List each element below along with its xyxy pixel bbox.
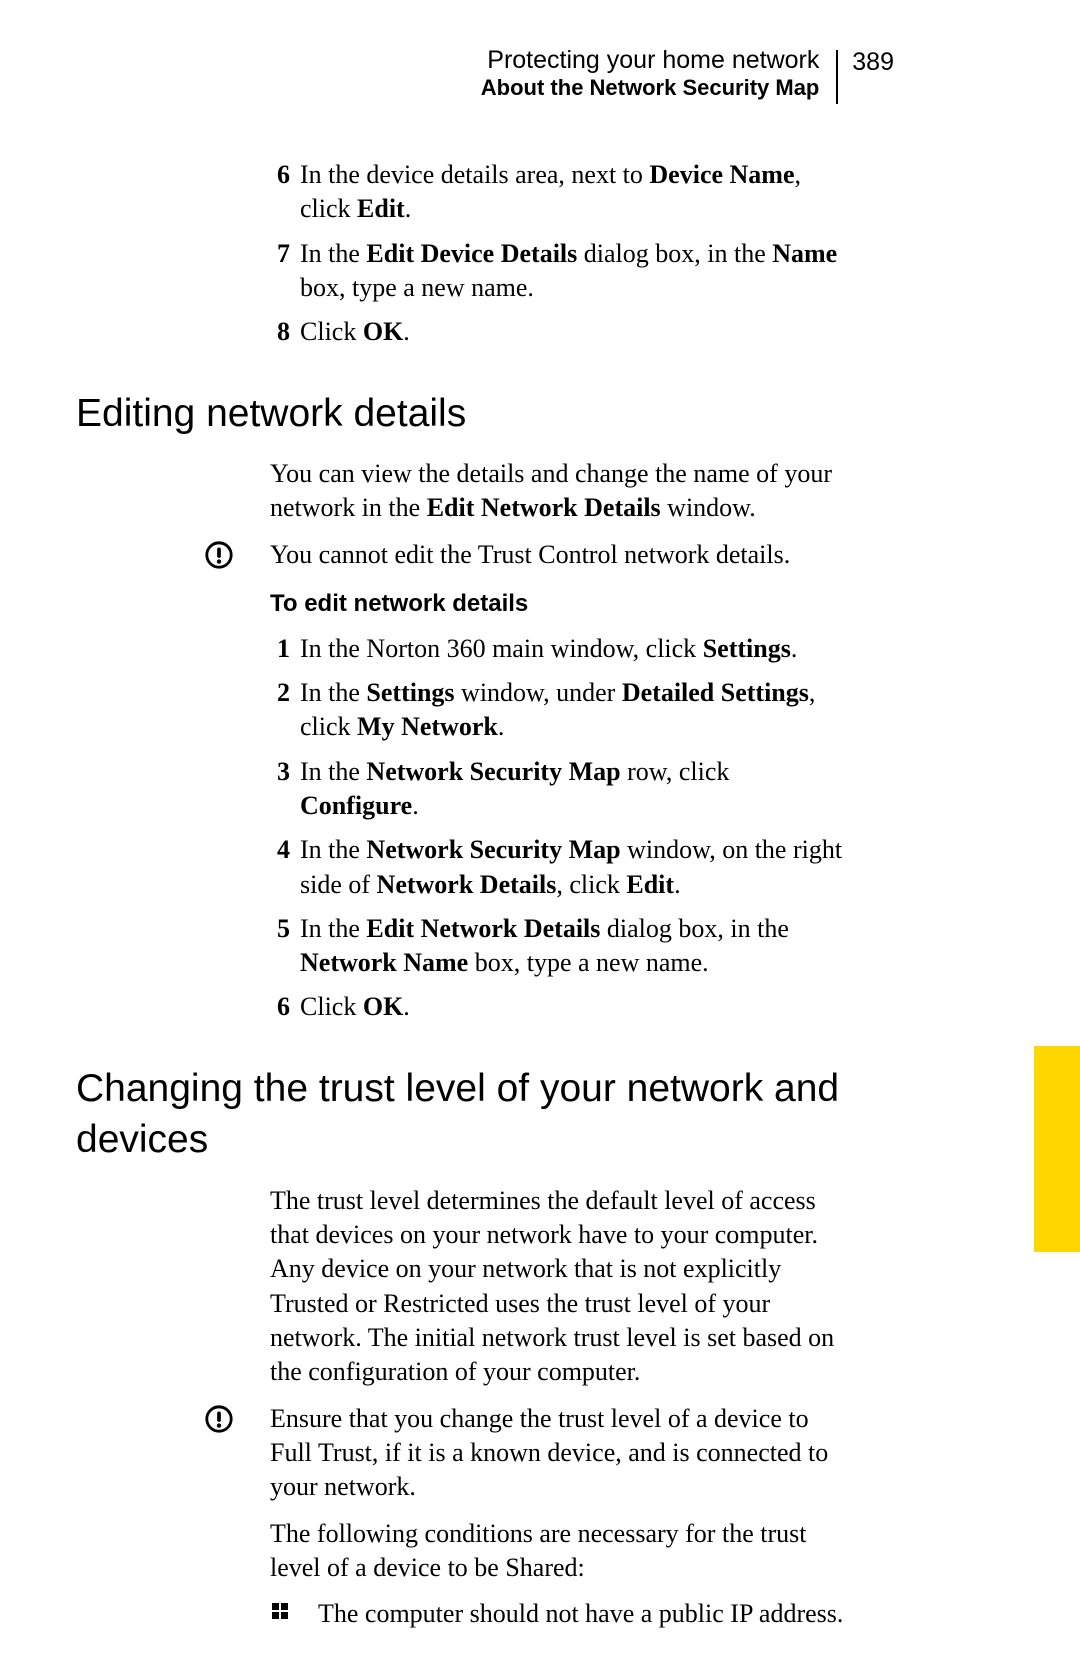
bullet-list: The computer should not have a public IP…: [270, 1597, 850, 1631]
bullet-item: The computer should not have a public IP…: [270, 1597, 850, 1631]
step-text: In the Network Security Map row, click C…: [300, 757, 729, 820]
step-text: Click OK.: [300, 317, 410, 346]
intro-paragraph: You can view the details and change the …: [270, 457, 850, 526]
step-item: 5In the Edit Network Details dialog box,…: [270, 912, 850, 981]
page: Protecting your home network About the N…: [0, 0, 1080, 1680]
note-text: Ensure that you change the trust level o…: [270, 1402, 850, 1505]
step-item: 2In the Settings window, under Detailed …: [270, 676, 850, 745]
step-item: 4In the Network Security Map window, on …: [270, 833, 850, 902]
heading-editing-network-details: Editing network details: [76, 388, 850, 439]
bullet-text: The computer should not have a public IP…: [318, 1599, 843, 1628]
heading-changing-trust-level: Changing the trust level of your network…: [76, 1063, 850, 1166]
continued-steps-list: 6In the device details area, next to Dev…: [270, 158, 850, 350]
step-number: 6: [254, 990, 290, 1024]
header-section: About the Network Security Map: [481, 75, 820, 101]
step-item: 6Click OK.: [270, 990, 850, 1024]
note-row: You cannot edit the Trust Control networ…: [270, 538, 850, 572]
section-tab-marker: [1034, 1046, 1080, 1252]
procedure-steps-list: 1In the Norton 360 main window, click Se…: [270, 632, 850, 1025]
content-column: 6In the device details area, next to Dev…: [270, 158, 850, 1631]
step-text: In the Network Security Map window, on t…: [300, 835, 842, 898]
warning-icon: [204, 540, 234, 570]
step-text: In the Settings window, under Detailed S…: [300, 678, 815, 741]
step-number: 1: [254, 632, 290, 666]
step-text: In the Norton 360 main window, click Set…: [300, 634, 797, 663]
procedure-title: To edit network details: [270, 588, 850, 620]
step-item: 1In the Norton 360 main window, click Se…: [270, 632, 850, 666]
step-number: 5: [254, 912, 290, 946]
trust-paragraph: The trust level determines the default l…: [270, 1184, 850, 1390]
step-item: 3In the Network Security Map row, click …: [270, 755, 850, 824]
note-text: You cannot edit the Trust Control networ…: [270, 538, 850, 572]
step-number: 7: [254, 237, 290, 271]
header-chapter: Protecting your home network: [487, 46, 819, 74]
step-number: 3: [254, 755, 290, 789]
step-number: 8: [254, 315, 290, 349]
step-text: In the device details area, next to Devi…: [300, 160, 801, 223]
header-text-block: Protecting your home network About the N…: [481, 46, 820, 101]
step-text: Click OK.: [300, 992, 410, 1021]
page-header: Protecting your home network About the N…: [481, 46, 894, 101]
four-square-bullet-icon: [272, 1603, 290, 1621]
note-row: Ensure that you change the trust level o…: [270, 1402, 850, 1505]
warning-icon: [204, 1404, 234, 1434]
step-number: 6: [254, 158, 290, 192]
step-text: In the Edit Network Details dialog box, …: [300, 914, 789, 977]
step-item: 7In the Edit Device Details dialog box, …: [270, 237, 850, 306]
header-divider: [836, 50, 838, 104]
step-text: In the Edit Device Details dialog box, i…: [300, 239, 837, 302]
conditions-paragraph: The following conditions are necessary f…: [270, 1517, 850, 1586]
step-item: 6In the device details area, next to Dev…: [270, 158, 850, 227]
step-item: 8Click OK.: [270, 315, 850, 349]
page-number: 389: [852, 46, 894, 77]
step-number: 4: [254, 833, 290, 867]
step-number: 2: [254, 676, 290, 710]
